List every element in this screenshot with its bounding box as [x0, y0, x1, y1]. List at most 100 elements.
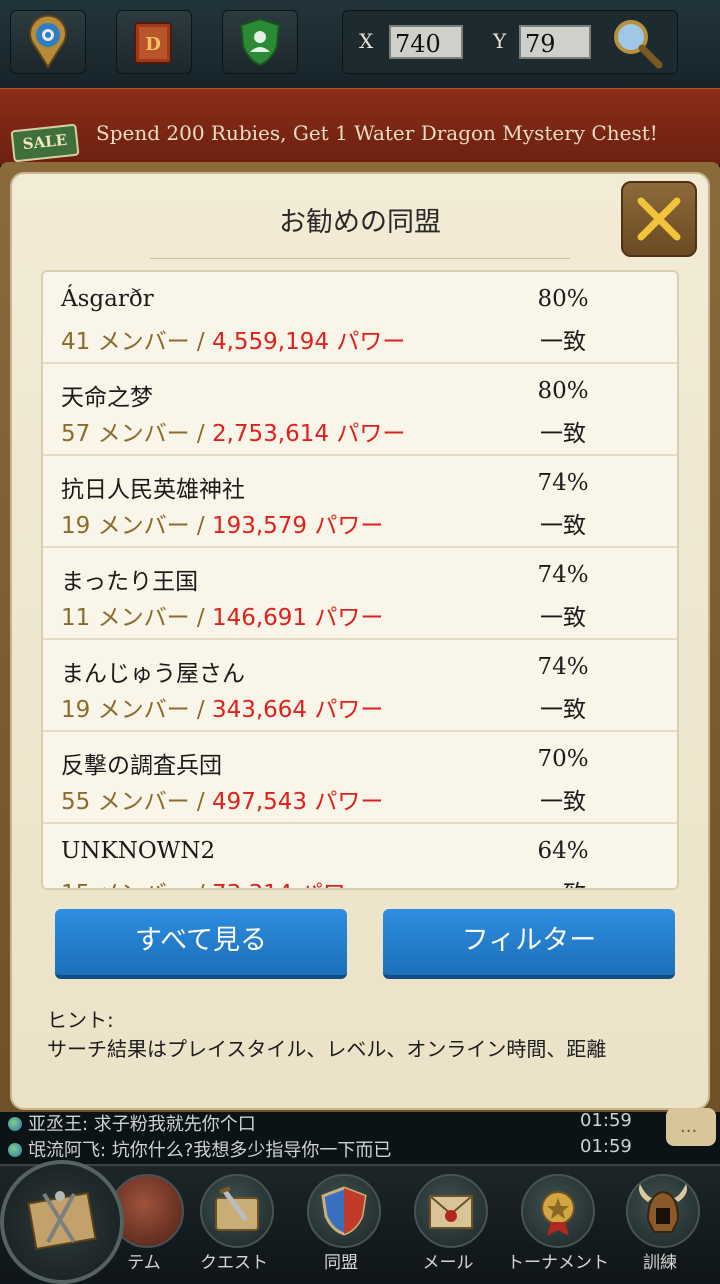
power-value: 2,753,614 パワー — [211, 421, 406, 447]
separator: / — [197, 881, 205, 888]
alliance-stats: 11 メンバー / 146,691 パワー — [61, 598, 383, 632]
power-value: 146,691 パワー — [211, 605, 384, 631]
alliance-stats: 57 メンバー / 2,753,614 パワー — [61, 414, 405, 448]
alliance-name: 抗日人民英雄神社 — [61, 477, 245, 503]
member-count: 11 メンバー — [61, 605, 190, 631]
chat-strip[interactable]: 亚丞王: 求子粉我就先你个口 01:59 氓流阿飞: 坑你什么?我想多少指导你一… — [0, 1110, 720, 1164]
alliance-stats: 41 メンバー / 4,559,194 パワー — [61, 322, 405, 356]
nav-item-tournament[interactable]: トーナメント — [507, 1170, 609, 1278]
match-label: 一致 — [540, 329, 586, 355]
separator: / — [196, 697, 205, 723]
nav-item-training[interactable]: 訓練 — [612, 1170, 708, 1278]
power-value: 73,314 パワー — [212, 881, 369, 888]
chat-message: 亚丞王: 求子粉我就先你个口 — [8, 1110, 256, 1136]
helmet-icon — [626, 1174, 700, 1248]
match-label: 一致 — [540, 789, 586, 815]
alliance-list[interactable]: Ásgarðr 41 メンバー / 4,559,194 パワー 80% 一致 天… — [41, 270, 679, 890]
alliance-name: まったり王国 — [61, 569, 199, 595]
close-icon — [637, 197, 681, 241]
book-icon: D — [134, 22, 172, 64]
match-percent: 74% — [537, 470, 589, 496]
x-coordinate-input[interactable]: 740 — [389, 25, 463, 59]
nav-label: トーナメント — [507, 1253, 609, 1273]
nav-item-quest[interactable]: クエスト — [186, 1170, 282, 1278]
match-percent: 80% — [537, 286, 589, 312]
y-coordinate-input[interactable]: 79 — [519, 25, 591, 59]
nav-item-mail[interactable]: メール — [400, 1170, 496, 1278]
power-value: 497,543 パワー — [211, 789, 384, 815]
globe-icon — [8, 1117, 22, 1131]
view-all-button[interactable]: すべて見る — [55, 909, 347, 979]
world-map-button[interactable] — [0, 1160, 124, 1284]
match-percent: 74% — [537, 562, 589, 588]
member-count: 19 メンバー — [61, 697, 190, 723]
nav-label: クエスト — [200, 1253, 268, 1273]
alliance-name: まんじゅう屋さん — [61, 661, 245, 687]
separator: / — [196, 421, 205, 447]
list-item[interactable]: Ásgarðr 41 メンバー / 4,559,194 パワー 80% 一致 — [43, 272, 677, 364]
close-button[interactable] — [621, 181, 697, 257]
match-percent: 74% — [537, 654, 589, 680]
sale-banner[interactable]: SALE Spend 200 Rubies, Get 1 Water Drago… — [0, 88, 720, 165]
separator: / — [196, 789, 205, 815]
coordinate-search: X 740 Y 79 — [342, 10, 678, 74]
match-percent: 80% — [537, 378, 589, 404]
match-percent: 70% — [537, 746, 589, 772]
chat-time: 01:59 — [580, 1136, 632, 1157]
list-item[interactable]: 天命之梦 57 メンバー / 2,753,614 パワー 80% 一致 — [43, 364, 677, 456]
member-count: 41 メンバー — [61, 329, 190, 355]
location-pin-button[interactable] — [10, 10, 86, 74]
hint-title: ヒント: — [47, 1008, 114, 1032]
member-count: 57 メンバー — [61, 421, 190, 447]
nav-label: 同盟 — [324, 1253, 358, 1273]
member-count: 55 メンバー — [61, 789, 190, 815]
svg-text:D: D — [145, 34, 161, 55]
chat-bubble-button[interactable]: ... — [666, 1108, 716, 1146]
match-label: 一致 — [540, 513, 586, 539]
nav-item-alliance[interactable]: 同盟 — [293, 1170, 389, 1278]
chat-text: 亚丞王: 求子粉我就先你个口 — [28, 1114, 256, 1135]
alliance-shield-button[interactable] — [222, 10, 298, 74]
x-label: X — [359, 29, 374, 53]
filter-button[interactable]: フィルター — [383, 909, 675, 979]
sale-tag: SALE — [10, 123, 80, 163]
member-count: 19 メンバー — [61, 513, 190, 539]
alliance-shield-icon — [307, 1174, 381, 1248]
tournament-medal-icon — [521, 1174, 595, 1248]
member-count: 15 メンバー — [61, 881, 190, 888]
separator: / — [196, 513, 205, 539]
chat-time: 01:59 — [580, 1110, 632, 1131]
power-value: 343,664 パワー — [211, 697, 384, 723]
nav-label: 訓練 — [643, 1253, 677, 1273]
power-value: 193,579 パワー — [211, 513, 384, 539]
search-icon[interactable] — [609, 15, 665, 71]
title-divider — [150, 258, 570, 267]
separator: / — [196, 605, 205, 631]
list-item[interactable]: まんじゅう屋さん 19 メンバー / 343,664 パワー 74% 一致 — [43, 640, 677, 732]
alliance-name: 天命之梦 — [61, 385, 153, 411]
dialog-title: お勧めの同盟 — [279, 207, 441, 238]
alliance-stats: 15 メンバー / 73,314 パワー — [61, 874, 369, 888]
book-button[interactable]: D — [116, 10, 192, 74]
separator: / — [196, 329, 205, 355]
chat-message: 氓流阿飞: 坑你什么?我想多少指导你一下而已 — [8, 1136, 391, 1162]
alliance-stats: 19 メンバー / 343,664 パワー — [61, 690, 383, 724]
top-bar: D X 740 Y 79 — [0, 0, 720, 90]
map-compass-icon — [27, 1191, 97, 1251]
alliance-stats: 55 メンバー / 497,543 パワー — [61, 782, 383, 816]
mail-icon — [414, 1174, 488, 1248]
nav-label: メール — [422, 1253, 474, 1273]
list-item[interactable]: まったり王国 11 メンバー / 146,691 パワー 74% 一致 — [43, 548, 677, 640]
list-item[interactable]: 反撃の調査兵団 55 メンバー / 497,543 パワー 70% 一致 — [43, 732, 677, 824]
list-item[interactable]: UNKNOWN2 15 メンバー / 73,314 パワー 64% 一致 — [43, 824, 677, 888]
alliance-name: 反撃の調査兵団 — [61, 753, 222, 779]
chat-text: 氓流阿飞: 坑你什么?我想多少指导你一下而已 — [28, 1140, 392, 1161]
quest-scroll-icon — [200, 1174, 274, 1248]
hint-text: サーチ結果はプレイスタイル、レベル、オンライン時間、距離 — [47, 1037, 607, 1061]
match-percent: 64% — [537, 838, 589, 864]
chat-bubble-icon: ... — [680, 1116, 698, 1137]
list-item[interactable]: 抗日人民英雄神社 19 メンバー / 193,579 パワー 74% 一致 — [43, 456, 677, 548]
globe-icon — [8, 1143, 22, 1157]
match-label: 一致 — [540, 421, 586, 447]
match-label: 一致 — [540, 697, 586, 723]
